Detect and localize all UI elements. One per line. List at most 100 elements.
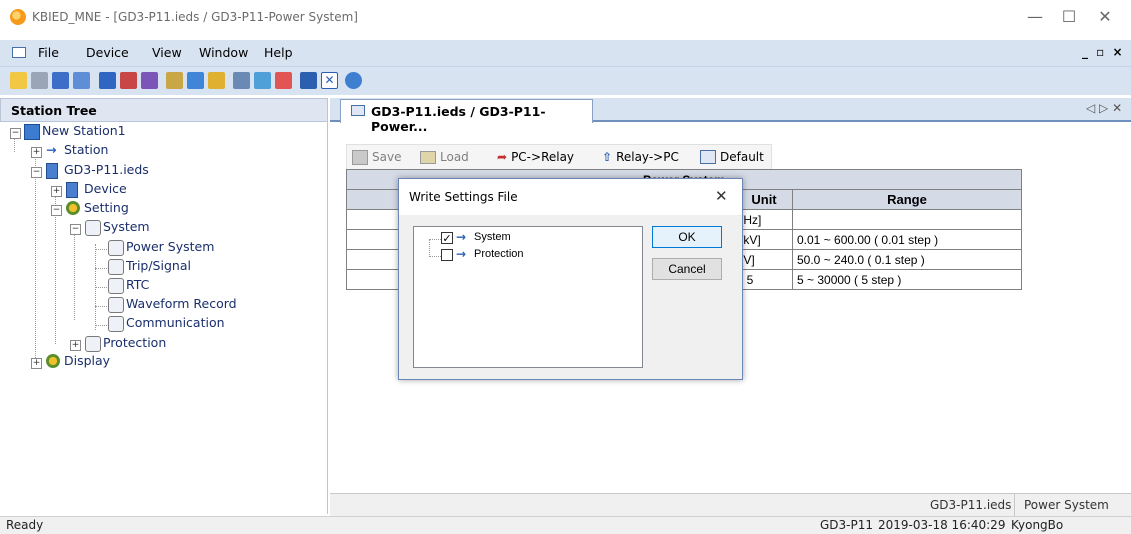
cancel-button[interactable]: Cancel (652, 258, 722, 280)
station-root-icon (24, 124, 40, 140)
window-icon[interactable] (233, 72, 250, 89)
wave-icon[interactable] (166, 72, 183, 89)
status-file: GD3-P11.ieds (930, 498, 1012, 512)
expand-setting-toggle[interactable]: − (51, 205, 62, 216)
connect-icon[interactable] (52, 72, 69, 89)
ok-button[interactable]: OK (652, 226, 722, 248)
grid-cell-unit: [Hz] (735, 209, 793, 230)
status-ready: Ready (6, 518, 44, 532)
grid-header-range: Range (792, 189, 1022, 210)
grid-cell-range: 0.01 ~ 600.00 ( 0.01 step ) (792, 229, 1022, 250)
pc-to-relay-button[interactable]: ➦ PC->Relay (497, 146, 574, 168)
protection-checkbox[interactable] (441, 249, 453, 261)
save-icon (352, 149, 368, 165)
chart-icon[interactable] (208, 72, 225, 89)
relay-to-pc-button[interactable]: ⇧ Relay->PC (602, 146, 679, 168)
tree-node-station[interactable]: Station (64, 141, 108, 159)
grid-cell-unit: [kV] (735, 229, 793, 250)
link-icon[interactable] (254, 72, 271, 89)
expand-protection-toggle[interactable]: + (70, 340, 81, 351)
folder-icon (420, 150, 436, 164)
status-device: GD3-P11 (820, 518, 874, 532)
read-arrow-icon: ⇧ (602, 150, 613, 164)
app-icon (10, 9, 26, 25)
tree-view-icon[interactable] (99, 72, 116, 89)
maximize-button[interactable]: ☐ (1054, 6, 1084, 28)
tree-node-new-station1[interactable]: New Station1 (42, 122, 126, 140)
settings-file-tree: ✓ → System → Protection (413, 226, 643, 368)
tree-node-device[interactable]: Device (84, 180, 127, 198)
system-checkbox[interactable]: ✓ (441, 232, 453, 244)
document-status-bar: GD3-P11.ieds Power System (330, 493, 1131, 516)
expand-station1-toggle[interactable]: − (10, 128, 21, 139)
close-button[interactable]: ✕ (1090, 6, 1120, 28)
dialog-title-bar: Write Settings File ✕ (399, 179, 742, 215)
expand-device-toggle[interactable]: + (51, 186, 62, 197)
expand-ieds-toggle[interactable]: − (31, 167, 42, 178)
save-settings-button[interactable]: Save (352, 146, 401, 168)
station-tree-header: Station Tree (0, 98, 328, 122)
cancel-x-icon[interactable]: ✕ (321, 72, 338, 89)
gears-icon (66, 201, 80, 215)
tree-node-trip-signal[interactable]: Trip/Signal (126, 257, 191, 275)
tree-node-communication[interactable]: Communication (126, 314, 225, 332)
protection-item-label[interactable]: Protection (474, 248, 524, 260)
document-icon (351, 105, 365, 116)
document-tab[interactable]: GD3-P11.ieds / GD3-P11-Power... (340, 99, 593, 134)
grid-cell-unit: [V] (735, 249, 793, 270)
settings-page-icon (85, 336, 101, 352)
status-bar: Ready GD3-P11 2019-03-18 16:40:29 KyongB… (0, 516, 1131, 534)
settings-page-icon (108, 240, 124, 256)
upload-icon[interactable] (120, 72, 137, 89)
grid-cell-range (792, 209, 1022, 230)
unlink-icon[interactable] (275, 72, 292, 89)
minimize-button[interactable]: — (1020, 6, 1050, 28)
tree-node-protection[interactable]: Protection (103, 334, 166, 352)
monitor-icon[interactable] (187, 72, 204, 89)
arrow-icon: → (456, 247, 467, 261)
tab-nav-controls[interactable]: ◁ ▷ ✕ (1086, 101, 1122, 115)
settings-page-icon (108, 297, 124, 313)
download-icon[interactable] (141, 72, 158, 89)
arrow-icon: → (456, 230, 467, 244)
expand-display-toggle[interactable]: + (31, 358, 42, 369)
load-settings-button[interactable]: Load (420, 146, 469, 168)
menu-device[interactable]: Device (86, 45, 129, 60)
about-icon[interactable] (345, 72, 362, 89)
tree-node-system[interactable]: System (103, 218, 150, 236)
menu-help[interactable]: Help (264, 45, 293, 60)
network-icon[interactable] (73, 72, 90, 89)
settings-page-icon (108, 259, 124, 275)
save-icon[interactable] (31, 72, 48, 89)
title-bar: KBIED_MNE - [GD3-P11.ieds / GD3-P11-Powe… (0, 0, 1131, 40)
mdi-controls[interactable]: _ ▫ × (1082, 45, 1125, 59)
grid-cell-range: 50.0 ~ 240.0 ( 0.1 step ) (792, 249, 1022, 270)
tree-node-ieds[interactable]: GD3-P11.ieds (64, 161, 149, 179)
gears-icon (46, 354, 60, 368)
tree-node-setting[interactable]: Setting (84, 199, 129, 217)
mdi-doc-icon[interactable] (12, 47, 26, 58)
system-item-label[interactable]: System (474, 231, 511, 243)
settings-page-icon (108, 316, 124, 332)
menu-file[interactable]: File (38, 45, 59, 60)
menu-view[interactable]: View (152, 45, 182, 60)
menu-window[interactable]: Window (199, 45, 248, 60)
transfer-icon[interactable] (300, 72, 317, 89)
document-tab-label: GD3-P11.ieds / GD3-P11-Power... (371, 104, 546, 134)
dialog-close-button[interactable]: ✕ (715, 187, 728, 205)
default-button[interactable]: Default (700, 146, 764, 168)
write-settings-dialog: Write Settings File ✕ ✓ → System → Prote… (398, 178, 743, 380)
grid-header-unit: Unit (735, 189, 793, 210)
write-arrow-icon: ➦ (497, 150, 508, 164)
tree-node-power-system[interactable]: Power System (126, 238, 214, 256)
tree-node-waveform-record[interactable]: Waveform Record (126, 295, 237, 313)
ied-device-icon (46, 163, 58, 179)
open-folder-icon[interactable] (10, 72, 27, 89)
tree-node-display[interactable]: Display (64, 352, 110, 370)
tree-node-rtc[interactable]: RTC (126, 276, 149, 294)
settings-page-icon (108, 278, 124, 294)
station-tree: − New Station1 + → Station − GD3-P11.ied… (0, 122, 328, 514)
settings-page-icon (85, 220, 101, 236)
expand-station-toggle[interactable]: + (31, 147, 42, 158)
expand-system-toggle[interactable]: − (70, 224, 81, 235)
